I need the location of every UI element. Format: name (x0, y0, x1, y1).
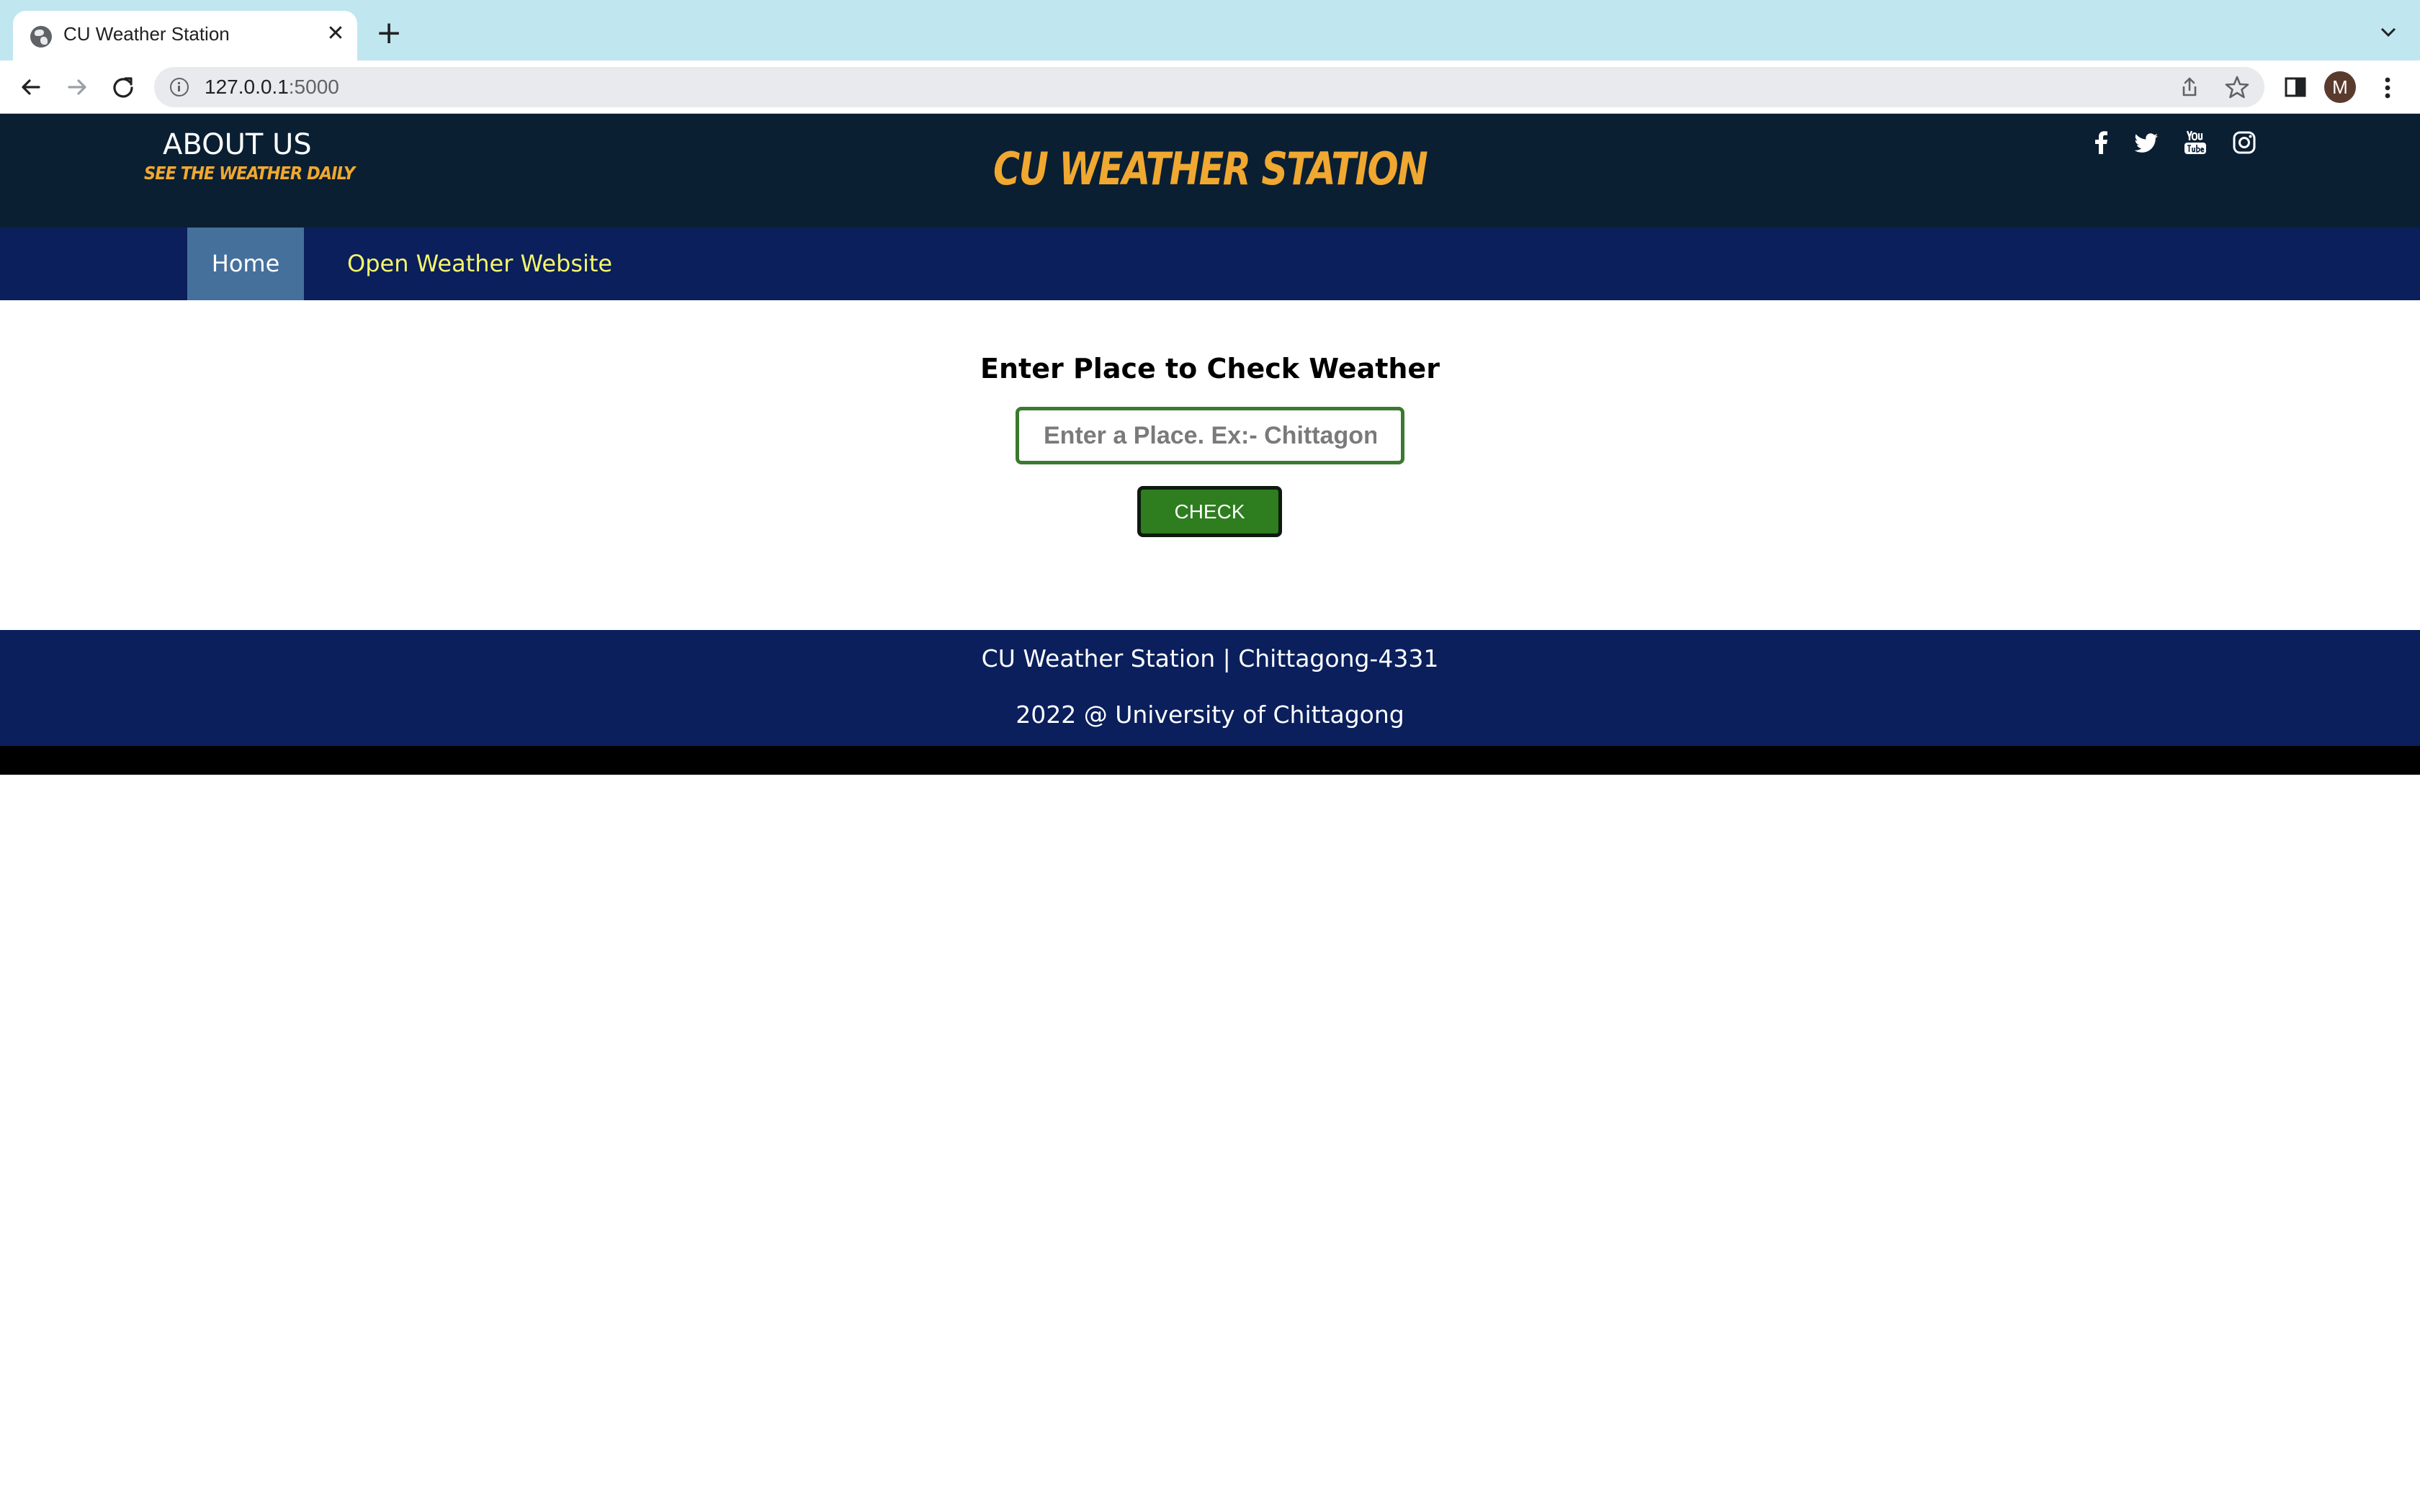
instagram-icon[interactable] (2230, 128, 2259, 157)
close-icon[interactable]: ✕ (324, 22, 347, 45)
share-icon[interactable] (2178, 76, 2201, 99)
about-us-link[interactable]: ABOUT US (163, 128, 312, 161)
back-arrow-icon[interactable] (16, 72, 46, 102)
kebab-menu-icon[interactable] (2377, 73, 2398, 102)
youtube-icon[interactable] (2181, 128, 2210, 157)
forward-arrow-icon[interactable] (62, 72, 92, 102)
nav-home[interactable]: Home (187, 228, 304, 300)
plus-icon[interactable]: + (375, 17, 403, 49)
star-icon[interactable] (2224, 74, 2250, 100)
footer-bottom-strip (0, 746, 2420, 775)
globe-icon (30, 26, 52, 48)
footer-copyright: 2022 @ University of Chittagong (1016, 701, 1404, 729)
url-port: :5000 (288, 76, 339, 98)
main-nav: Home Open Weather Website (0, 228, 2420, 300)
facebook-icon[interactable] (2087, 128, 2116, 157)
info-icon[interactable] (170, 78, 189, 96)
site-title: CU WEATHER STATION (992, 143, 1428, 195)
place-input[interactable] (1016, 407, 1404, 464)
url-text[interactable]: 127.0.0.1:5000 (205, 76, 339, 99)
browser-toolbar: 127.0.0.1:5000 M (0, 60, 2420, 114)
footer: CU Weather Station | Chittagong-4331 202… (0, 630, 2420, 746)
page-heading: Enter Place to Check Weather (980, 353, 1440, 384)
check-button[interactable]: CHECK (1137, 486, 1282, 537)
browser-tab-strip: CU Weather Station ✕ + (0, 0, 2420, 60)
address-bar[interactable]: 127.0.0.1:5000 (154, 67, 2264, 107)
avatar[interactable]: M (2324, 71, 2356, 103)
twitter-icon[interactable] (2132, 128, 2161, 157)
site-header: ABOUT US SEE THE WEATHER DAILY CU WEATHE… (0, 114, 2420, 228)
tab-title: CU Weather Station (63, 23, 230, 45)
reload-icon[interactable] (108, 72, 138, 102)
url-host: 127.0.0.1 (205, 76, 289, 98)
tagline: SEE THE WEATHER DAILY (144, 163, 355, 184)
footer-address: CU Weather Station | Chittagong-4331 (981, 644, 1439, 672)
nav-open-weather-website[interactable]: Open Weather Website (347, 228, 612, 300)
side-panel-icon[interactable] (2283, 75, 2308, 99)
chevron-down-icon[interactable] (2377, 20, 2400, 43)
browser-tab[interactable]: CU Weather Station ✕ (13, 11, 357, 60)
